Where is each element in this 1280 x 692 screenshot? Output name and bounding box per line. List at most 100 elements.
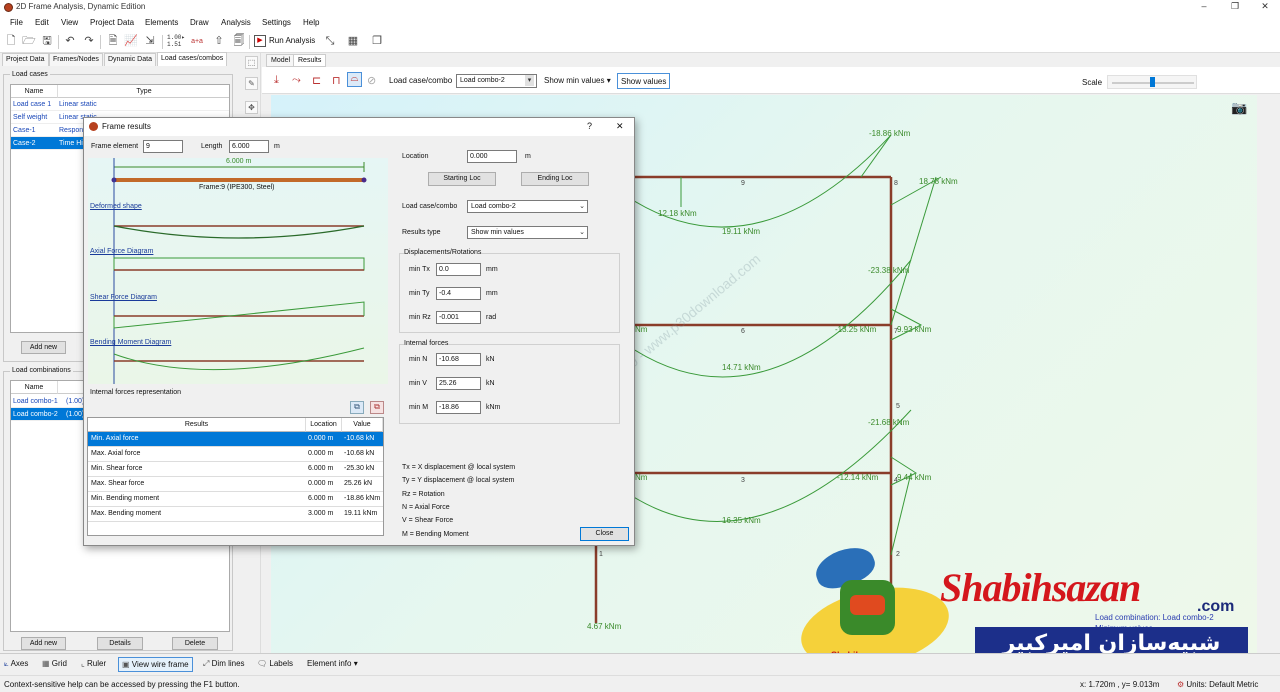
- menu-analysis[interactable]: Analysis: [221, 18, 251, 27]
- menu-elements[interactable]: Elements: [145, 18, 178, 27]
- close-button[interactable]: Close: [580, 527, 629, 541]
- wire-frame-toggle[interactable]: ▣ View wire frame: [118, 657, 193, 672]
- menu-file[interactable]: File: [10, 18, 23, 27]
- shear-icon[interactable]: ⊓: [332, 74, 341, 87]
- tab-frames-nodes[interactable]: Frames/Nodes: [49, 53, 103, 66]
- table-row[interactable]: Min. Axial force 0.000 m -10.68 kN: [88, 432, 383, 447]
- moment-icon[interactable]: ⌓: [347, 72, 362, 87]
- open-folder-icon[interactable]: 🗁: [22, 34, 36, 49]
- results-type-select[interactable]: Show min values ⌄: [467, 226, 588, 239]
- dim-line-icon[interactable]: a+a: [190, 34, 204, 49]
- units-indicator[interactable]: ⚙ Units: Default Metric: [1177, 680, 1258, 689]
- tab-project-data[interactable]: Project Data: [2, 53, 49, 66]
- dialog-close-icon[interactable]: ✕: [616, 121, 624, 132]
- export-table-icon[interactable]: ⧉: [370, 401, 384, 414]
- camera-icon[interactable]: 📷: [1231, 100, 1247, 116]
- col-name[interactable]: Name: [11, 85, 58, 98]
- slider-thumb[interactable]: [1150, 77, 1155, 87]
- member-label: 5: [896, 403, 900, 410]
- status-bar: Context-sensitive help can be accessed b…: [0, 675, 1280, 692]
- tab-model[interactable]: Model: [266, 54, 296, 67]
- show-values-button[interactable]: Show values: [617, 73, 671, 89]
- details-button[interactable]: Details: [97, 637, 143, 650]
- add-combo-button[interactable]: Add new: [21, 637, 66, 650]
- axial-force-link[interactable]: Axial Force Diagram: [90, 248, 153, 255]
- copy-icon[interactable]: ❐: [370, 34, 384, 49]
- load-cases-title: Load cases: [10, 71, 50, 78]
- tab-dynamic-data[interactable]: Dynamic Data: [104, 53, 156, 66]
- list-item[interactable]: Load case 1 Linear static: [11, 98, 229, 111]
- save-icon[interactable]: 🖫: [40, 34, 54, 49]
- chart-icon[interactable]: 📈: [124, 34, 138, 49]
- table-row[interactable]: Min. Shear force 6.000 m -25.30 kN: [88, 462, 383, 477]
- load-case-select[interactable]: Load combo-2 ▾: [456, 74, 537, 88]
- run-analysis-icon[interactable]: ▶: [254, 35, 266, 47]
- copy-table-icon[interactable]: ⧉: [350, 401, 364, 414]
- location-field[interactable]: 0.000: [467, 150, 517, 163]
- length-unit: m: [274, 143, 280, 150]
- redo-icon[interactable]: ↷: [82, 34, 96, 49]
- internal-forces-group: [399, 344, 620, 424]
- menu-project-data[interactable]: Project Data: [90, 18, 134, 27]
- tab-results[interactable]: Results: [293, 54, 327, 67]
- undo-icon[interactable]: ↶: [63, 34, 77, 49]
- col-results[interactable]: Results: [88, 418, 306, 432]
- tab-load-cases-combos[interactable]: Load cases/combos: [157, 52, 228, 66]
- select-tool-icon[interactable]: ⬚: [245, 56, 258, 69]
- close-window-icon[interactable]: ✕: [1258, 1, 1272, 12]
- export-icon[interactable]: ⇧: [212, 34, 226, 49]
- scale-slider[interactable]: [1107, 75, 1197, 89]
- load-icon[interactable]: ⇲: [143, 34, 157, 49]
- table-row[interactable]: Min. Bending moment 6.000 m -18.86 kNm: [88, 492, 383, 507]
- ruler-toggle[interactable]: ⌞ Ruler: [81, 657, 106, 672]
- table-row[interactable]: Max. Shear force 0.000 m 25.26 kN: [88, 477, 383, 492]
- col-type[interactable]: Type: [58, 85, 229, 98]
- restore-icon[interactable]: ❐: [1228, 1, 1242, 12]
- new-file-icon[interactable]: 🗋: [4, 34, 18, 49]
- bending-moment-link[interactable]: Bending Moment Diagram: [90, 339, 171, 346]
- delete-button[interactable]: Delete: [172, 637, 218, 650]
- reactions-icon[interactable]: ⤓: [274, 74, 279, 87]
- fit-view-icon[interactable]: ⤡: [323, 34, 337, 49]
- col-location[interactable]: Location: [306, 418, 342, 432]
- min-values-dropdown[interactable]: Show min values ▾: [544, 76, 611, 85]
- scale-factor-icon[interactable]: 1.00▸ 1.51: [167, 34, 185, 48]
- menu-edit[interactable]: Edit: [35, 18, 49, 27]
- menu-view[interactable]: View: [61, 18, 78, 27]
- dim-lines-toggle[interactable]: ⤢ Dim lines: [203, 657, 245, 672]
- menu-help[interactable]: Help: [303, 18, 319, 27]
- deformed-shape-link[interactable]: Deformed shape: [90, 203, 142, 210]
- shear-force-link[interactable]: Shear Force Diagram: [90, 294, 157, 301]
- report-icon[interactable]: 🗎: [106, 34, 120, 49]
- table-row[interactable]: Max. Axial force 0.000 m -10.68 kN: [88, 447, 383, 462]
- menu-settings[interactable]: Settings: [262, 18, 291, 27]
- menu-draw[interactable]: Draw: [190, 18, 209, 27]
- tx-field: 0.0: [436, 263, 481, 276]
- run-analysis-button[interactable]: Run Analysis: [269, 36, 315, 45]
- table-row[interactable]: Max. Bending moment 3.000 m 19.11 kNm: [88, 507, 383, 522]
- element-info-dropdown[interactable]: Element info ▾: [307, 657, 358, 672]
- help-icon[interactable]: ?: [587, 121, 592, 131]
- add-load-case-button[interactable]: Add new: [21, 341, 66, 354]
- col-name[interactable]: Name: [11, 381, 58, 394]
- starting-loc-button[interactable]: Starting Loc: [428, 172, 496, 186]
- axial-icon[interactable]: ⊏: [312, 74, 321, 87]
- axes-toggle[interactable]: ⟀ Axes: [4, 657, 28, 672]
- deformed-icon[interactable]: ⤳: [292, 74, 301, 87]
- frame-element-field[interactable]: 9: [143, 140, 183, 153]
- location-label: Location: [402, 153, 429, 160]
- ending-loc-button[interactable]: Ending Loc: [521, 172, 589, 186]
- table-icon[interactable]: ▦: [346, 34, 360, 49]
- diagram-svg: [111, 158, 367, 384]
- minimize-icon[interactable]: –: [1197, 1, 1211, 11]
- member-label: 9: [741, 180, 745, 187]
- labels-toggle[interactable]: 🗨 Labels: [257, 657, 293, 672]
- pencil-icon[interactable]: ✎: [245, 77, 258, 90]
- stress-icon[interactable]: ⊘: [367, 74, 376, 87]
- pdf-icon[interactable]: 🗐: [232, 34, 246, 49]
- case-combo-select[interactable]: Load combo-2 ⌄: [467, 200, 588, 213]
- col-value[interactable]: Value: [342, 418, 383, 432]
- moment-label: Nm: [635, 325, 648, 334]
- move-icon[interactable]: ✥: [245, 101, 258, 114]
- grid-toggle[interactable]: ▦ Grid: [42, 657, 67, 672]
